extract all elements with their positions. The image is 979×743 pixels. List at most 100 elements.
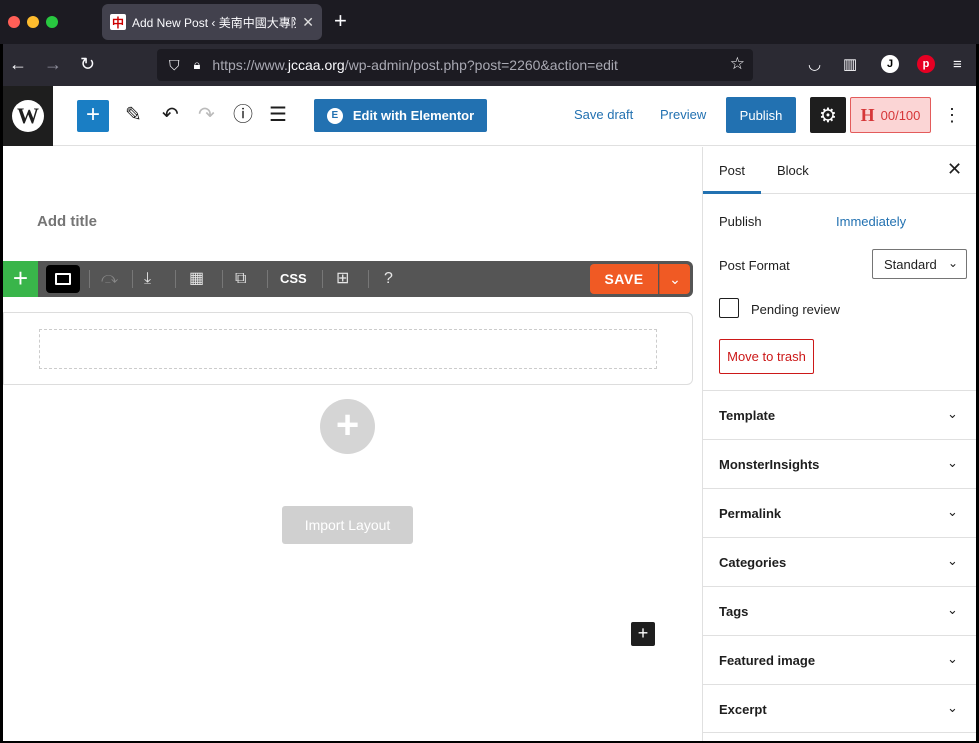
toolbar-divider: [267, 270, 268, 288]
download-icon[interactable]: ⤓: [144, 269, 151, 289]
empty-content-block[interactable]: [3, 312, 693, 385]
responsive-icon[interactable]: ⧉: [235, 269, 246, 289]
save-options-chevron-icon[interactable]: ⌄: [659, 264, 690, 294]
headline-score-button[interactable]: H 00/100: [850, 97, 931, 133]
pinterest-extension-icon[interactable]: p: [917, 55, 935, 73]
chevron-down-icon: ⌄: [947, 553, 958, 568]
panel-label: Permalink: [719, 506, 782, 521]
chevron-down-icon: ⌄: [947, 406, 958, 421]
panel-monsterinsights[interactable]: MonsterInsights ⌄: [703, 439, 976, 488]
toolbar-divider: [132, 270, 133, 288]
post-format-value: Standard: [884, 256, 937, 272]
panel-label: Excerpt: [719, 702, 767, 717]
help-icon[interactable]: ?: [384, 269, 393, 289]
lock-icon[interactable]: 🔒︎: [194, 57, 201, 73]
panel-tags[interactable]: Tags ⌄: [703, 586, 976, 635]
active-tab-indicator: [703, 191, 761, 194]
tab-post[interactable]: Post: [719, 163, 745, 178]
add-block-plus-icon[interactable]: +: [631, 622, 655, 646]
sidebar-tabs: Post Block ✕: [703, 147, 976, 194]
headline-score-value: 00/100: [880, 107, 921, 123]
pending-review-checkbox[interactable]: [719, 298, 739, 318]
settings-gear-icon[interactable]: ⚙: [810, 97, 846, 133]
redo-icon[interactable]: ↷: [198, 103, 215, 127]
reload-icon[interactable]: ↻: [80, 52, 95, 76]
chevron-down-icon: ⌄: [947, 455, 958, 470]
publish-date-link[interactable]: Immediately: [836, 214, 906, 229]
panel-permalink[interactable]: Permalink ⌄: [703, 488, 976, 537]
panel-template[interactable]: Template ⌄: [703, 390, 976, 439]
editor-canvas: Add title + ⤼ ⤓ ▦ ⧉ CSS ⊞ ? SAVE ⌄ + Imp…: [3, 147, 702, 741]
profile-avatar[interactable]: J: [881, 55, 899, 73]
import-layout-button[interactable]: Import Layout: [282, 506, 413, 544]
preview-button[interactable]: Preview: [660, 107, 706, 122]
shield-icon[interactable]: ⛉: [169, 57, 180, 74]
info-icon[interactable]: ⓘ: [233, 103, 253, 127]
panel-label: Categories: [719, 555, 787, 570]
chevron-down-icon: ⌄: [947, 700, 958, 715]
wp-editor: W + ✎ ↶ ↷ ⓘ ☰ E Edit with Elementor Save…: [3, 86, 976, 741]
chevron-down-icon: ⌄: [947, 256, 958, 270]
drop-zone[interactable]: [39, 329, 657, 369]
toolbar-divider: [322, 270, 323, 288]
editor-top-toolbar: W + ✎ ↶ ↷ ⓘ ☰ E Edit with Elementor Save…: [3, 86, 976, 146]
tab-title: Add New Post ‹ 美南中國大專院校: [132, 15, 296, 30]
post-format-label: Post Format: [719, 258, 790, 273]
forward-arrow-icon[interactable]: →: [44, 52, 62, 76]
browser-tab-strip: 中 Add New Post ‹ 美南中國大專院校 ✕ +: [0, 0, 979, 44]
panel-label: MonsterInsights: [719, 457, 820, 472]
browser-nav-bar: ← → ↻ ⛉ 🔒︎ https://www. jccaa.org/wp-admi…: [0, 44, 979, 86]
new-tab-icon[interactable]: +: [334, 9, 347, 33]
css-button[interactable]: CSS: [280, 271, 307, 286]
desktop-view-icon[interactable]: [46, 265, 80, 293]
url-domain: jccaa.org: [287, 57, 345, 73]
save-draft-button[interactable]: Save draft: [574, 107, 633, 122]
wordpress-logo-icon[interactable]: W: [3, 86, 53, 146]
minimize-window-icon[interactable]: [27, 16, 39, 28]
toolbar-divider: [89, 270, 90, 288]
layout-icon[interactable]: ▦: [189, 269, 204, 289]
browser-tab-active[interactable]: 中 Add New Post ‹ 美南中國大專院校 ✕: [102, 4, 322, 40]
toolbar-divider: [175, 270, 176, 288]
pocket-icon[interactable]: ◡: [808, 54, 821, 76]
panel-label: Featured image: [719, 653, 816, 668]
publish-button[interactable]: Publish: [726, 97, 796, 133]
tab-block[interactable]: Block: [777, 163, 809, 178]
publish-label: Publish: [719, 214, 762, 229]
reader-view-icon[interactable]: ▥: [843, 54, 857, 76]
move-to-trash-button[interactable]: Move to trash: [719, 339, 814, 374]
pending-review-label: Pending review: [751, 302, 840, 317]
site-favicon-icon: 中: [110, 14, 126, 30]
redo-arrow-icon[interactable]: ⤼: [101, 269, 118, 289]
panel-featured-image[interactable]: Featured image ⌄: [703, 635, 976, 684]
panel-categories[interactable]: Categories ⌄: [703, 537, 976, 586]
bookmark-star-icon[interactable]: ☆: [730, 54, 745, 74]
url-bar[interactable]: ⛉ 🔒︎ https://www. jccaa.org/wp-admin/post…: [157, 49, 753, 81]
add-section-plus-icon[interactable]: +: [320, 399, 375, 454]
back-arrow-icon[interactable]: ←: [9, 52, 27, 76]
elementor-save-button[interactable]: SAVE: [590, 264, 658, 294]
menu-hamburger-icon[interactable]: ≡: [953, 54, 962, 76]
sliders-icon[interactable]: ⊞: [336, 269, 349, 289]
toolbar-divider: [368, 270, 369, 288]
post-title-input[interactable]: Add title: [37, 213, 97, 230]
url-path: /wp-admin/post.php?post=2260&action=edit: [344, 57, 618, 73]
list-view-icon[interactable]: ☰: [269, 103, 287, 127]
chevron-down-icon: ⌄: [947, 651, 958, 666]
maximize-window-icon[interactable]: [46, 16, 58, 28]
panel-label: Tags: [719, 604, 749, 619]
elementor-icon: E: [326, 107, 343, 124]
options-kebab-icon[interactable]: ⋮: [943, 103, 961, 127]
panel-excerpt[interactable]: Excerpt ⌄: [703, 684, 976, 733]
undo-icon[interactable]: ↶: [162, 103, 179, 127]
post-format-select[interactable]: Standard ⌄: [872, 249, 967, 279]
elementor-toolbar: + ⤼ ⤓ ▦ ⧉ CSS ⊞ ? SAVE ⌄: [3, 261, 693, 297]
elementor-add-icon[interactable]: +: [3, 261, 38, 297]
close-tab-icon[interactable]: ✕: [302, 14, 314, 31]
block-inserter-button[interactable]: +: [77, 100, 109, 132]
edit-with-elementor-button[interactable]: E Edit with Elementor: [314, 99, 487, 132]
close-window-icon[interactable]: [8, 16, 20, 28]
edit-pencil-icon[interactable]: ✎: [125, 103, 142, 127]
chevron-down-icon: ⌄: [947, 602, 958, 617]
close-sidebar-icon[interactable]: ✕: [947, 159, 962, 180]
